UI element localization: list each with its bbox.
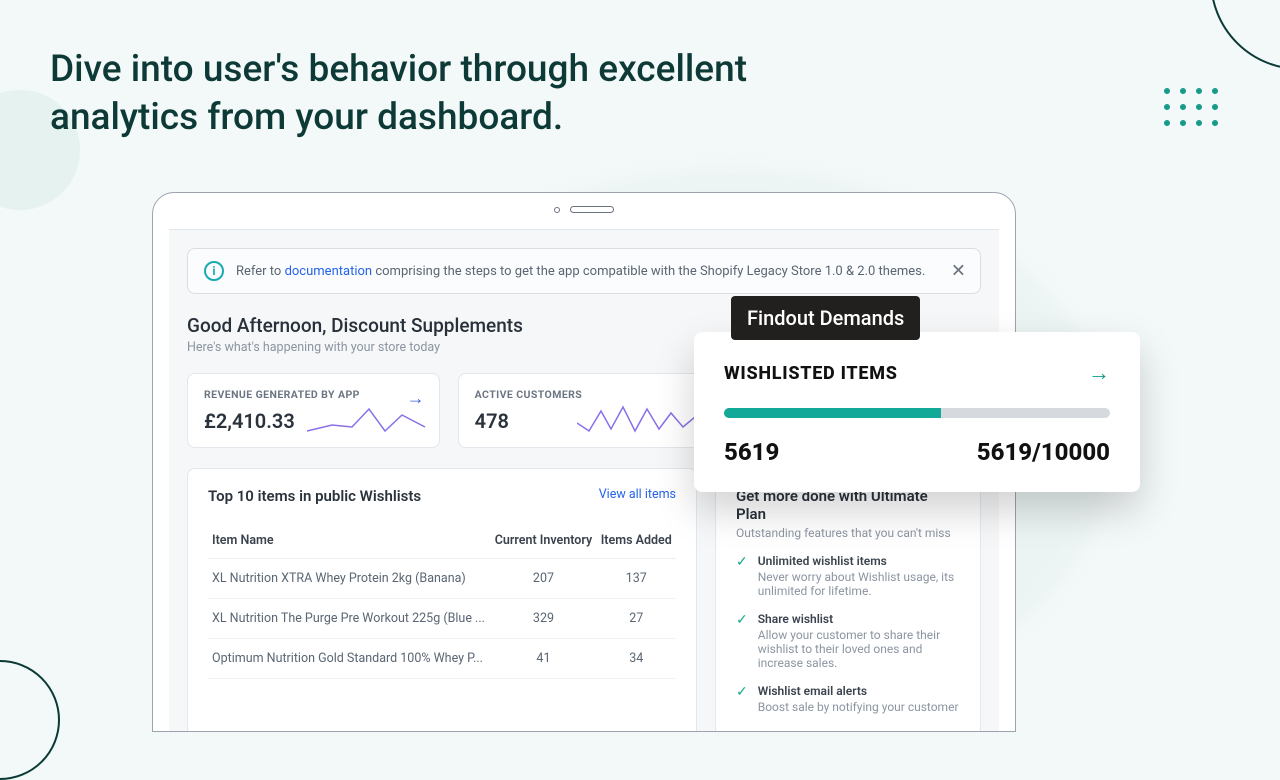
sparkline	[577, 401, 697, 437]
cell-inv: 207	[490, 559, 596, 599]
ultimate-plan-panel: Get more done with Ultimate Plan Outstan…	[715, 468, 981, 732]
check-icon: ✓	[736, 685, 748, 714]
cell-added: 34	[596, 639, 676, 679]
device-notch	[554, 206, 614, 213]
top-wishlist-panel: View all items Top 10 items in public Wi…	[187, 468, 697, 732]
panel-title: Get more done with Ultimate Plan	[736, 487, 960, 523]
stat-card-revenue[interactable]: REVENUE GENERATED BY APP → £2,410.33	[187, 373, 440, 448]
wishlist-count: 5619	[724, 438, 779, 466]
table-row[interactable]: Optimum Nutrition Gold Standard 100% Whe…	[208, 639, 676, 679]
card-title: WISHLISTED ITEMS	[724, 363, 898, 384]
decor-circle	[0, 660, 60, 780]
check-icon: ✓	[736, 613, 748, 670]
cell-name: XL Nutrition XTRA Whey Protein 2kg (Bana…	[208, 559, 490, 599]
decor-dot-grid	[1164, 88, 1218, 126]
feature-desc: Allow your customer to share their wishl…	[758, 628, 960, 670]
sparkline	[307, 401, 427, 437]
top-wishlist-table: Item Name Current Inventory Items Added …	[208, 523, 676, 679]
wishlist-ratio: 5619/10000	[977, 438, 1110, 466]
stat-label: REVENUE GENERATED BY APP	[204, 388, 423, 401]
cell-name: Optimum Nutrition Gold Standard 100% Whe…	[208, 639, 490, 679]
feature-title: Wishlist email alerts	[758, 684, 959, 698]
col-inventory: Current Inventory	[490, 523, 596, 559]
page-headline: Dive into user's behavior through excell…	[50, 46, 770, 142]
view-all-items-link[interactable]: View all items	[599, 487, 676, 502]
progress-fill	[724, 408, 941, 418]
progress-bar	[724, 408, 1110, 418]
stat-label: ACTIVE CUSTOMERS	[475, 388, 694, 401]
cell-inv: 41	[490, 639, 596, 679]
feature-item: ✓ Wishlist email alerts Boost sale by no…	[736, 684, 960, 714]
wishlisted-items-card[interactable]: WISHLISTED ITEMS → 5619 5619/10000	[694, 332, 1140, 492]
cell-added: 27	[596, 599, 676, 639]
feature-item: ✓ Share wishlist Allow your customer to …	[736, 612, 960, 670]
decor-circle	[1210, 0, 1280, 70]
table-row[interactable]: XL Nutrition The Purge Pre Workout 225g …	[208, 599, 676, 639]
feature-item: ✓ Unlimited wishlist items Never worry a…	[736, 554, 960, 598]
cell-name: XL Nutrition The Purge Pre Workout 225g …	[208, 599, 490, 639]
col-items-added: Items Added	[596, 523, 676, 559]
cell-added: 137	[596, 559, 676, 599]
info-banner-text: Refer to documentation comprising the st…	[236, 264, 925, 279]
feature-title: Share wishlist	[758, 612, 960, 626]
cell-inv: 329	[490, 599, 596, 639]
arrow-right-icon[interactable]: →	[1088, 360, 1110, 386]
col-item-name: Item Name	[208, 523, 490, 559]
stat-card-active-customers[interactable]: ACTIVE CUSTOMERS 478	[458, 373, 711, 448]
panel-sub: Outstanding features that you can't miss	[736, 526, 960, 540]
feature-title: Unlimited wishlist items	[758, 554, 960, 568]
table-row[interactable]: XL Nutrition XTRA Whey Protein 2kg (Bana…	[208, 559, 676, 599]
close-icon[interactable]: ✕	[951, 261, 966, 282]
info-icon: i	[204, 261, 224, 281]
feature-desc: Boost sale by notifying your customer	[758, 700, 959, 714]
feature-desc: Never worry about Wishlist usage, its un…	[758, 570, 960, 598]
documentation-link[interactable]: documentation	[285, 264, 373, 279]
check-icon: ✓	[736, 555, 748, 598]
info-banner: i Refer to documentation comprising the …	[187, 248, 981, 294]
callout-label: Findout Demands	[731, 296, 920, 340]
